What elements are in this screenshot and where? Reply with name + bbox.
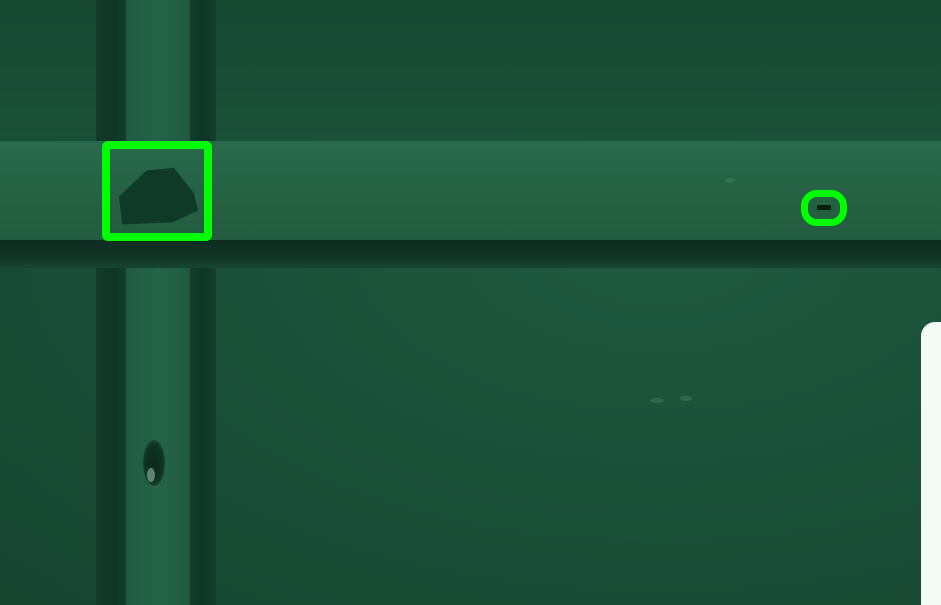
board-speck <box>680 396 692 401</box>
board-speck <box>725 178 735 183</box>
pinhole-glint <box>147 468 155 482</box>
detection-box-defect-mark <box>817 205 831 210</box>
solder-pad <box>921 322 941 605</box>
board-speck <box>650 398 664 403</box>
vertical-copper-trace <box>126 0 190 605</box>
pcb-inspection-image <box>0 0 941 605</box>
detection-box <box>102 141 212 241</box>
horizontal-trace-gap <box>0 240 941 268</box>
vertical-trace-gap-left <box>96 0 126 605</box>
vertical-trace-gap-right <box>190 0 216 605</box>
